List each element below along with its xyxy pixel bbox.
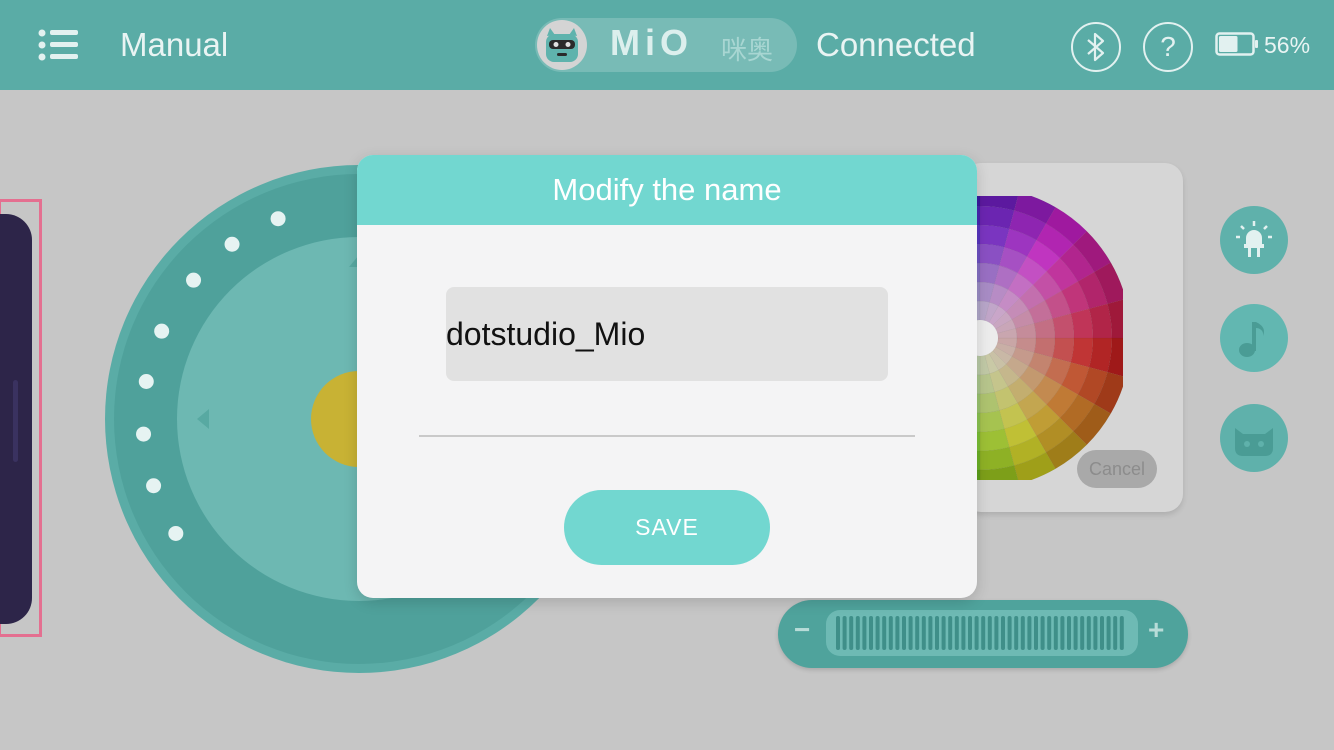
joystick-dot (146, 478, 162, 494)
menu-icon[interactable] (38, 28, 80, 62)
slider-track[interactable] (826, 610, 1138, 656)
slider-tick (869, 616, 873, 650)
slider-tick (1119, 616, 1124, 650)
color-swatch[interactable] (979, 224, 1010, 248)
slider-tick (981, 616, 986, 650)
slider-tick (1080, 616, 1085, 650)
color-wheel[interactable] (963, 196, 1123, 480)
slider-tick (1001, 616, 1005, 650)
slider-tick (987, 616, 992, 650)
slider-tick (902, 616, 906, 650)
color-swatch[interactable] (1070, 337, 1094, 368)
page-title: Manual (120, 26, 229, 63)
slider-tick (1007, 616, 1012, 650)
joystick-dot (186, 272, 202, 288)
joystick-dot (168, 525, 184, 541)
slider-tick (1067, 616, 1071, 650)
slider-tick (1093, 616, 1098, 650)
robot-avatar (537, 20, 587, 70)
color-swatch[interactable] (979, 428, 1010, 452)
music-mode-button[interactable] (1220, 304, 1288, 372)
slider-tick (1027, 616, 1032, 650)
robot-face-icon (546, 28, 578, 62)
slider-tick (849, 616, 854, 650)
slider-tick (1014, 616, 1019, 650)
slider-tick (862, 616, 867, 650)
slider-tick (1047, 616, 1052, 650)
slider-tick (1086, 616, 1091, 650)
modify-name-dialog: Modify the name SAVE (357, 155, 977, 598)
slider-tick (842, 616, 847, 650)
slider-tick (895, 616, 900, 650)
speed-slider[interactable]: − + (778, 600, 1188, 668)
cancel-button[interactable]: Cancel (1077, 450, 1157, 488)
cat-face-icon (1235, 428, 1273, 456)
dialog-title: Modify the name (357, 155, 977, 225)
slider-tick (954, 616, 959, 650)
led-mode-button[interactable] (1220, 206, 1288, 274)
joystick-dot (154, 323, 170, 339)
top-bar: Manual MiO 咪奥 Connected ? 56% (0, 0, 1334, 90)
name-input[interactable] (446, 287, 888, 381)
slider-tick (1034, 616, 1038, 650)
bluetooth-icon (1087, 32, 1105, 62)
music-note-icon (1239, 322, 1265, 357)
bluetooth-button[interactable] (1071, 22, 1121, 72)
slider-tick (888, 616, 893, 650)
slider-tick (1113, 616, 1118, 650)
slider-tick (1040, 616, 1045, 650)
drawer-handle[interactable] (13, 380, 18, 462)
slider-increase[interactable]: + (1148, 614, 1164, 646)
help-icon: ? (1160, 31, 1176, 62)
slider-tick (855, 616, 860, 650)
joystick-dot (224, 236, 240, 252)
slider-tick (994, 616, 999, 650)
slider-tick (928, 616, 933, 650)
color-swatch[interactable] (1070, 308, 1094, 339)
slider-tick (941, 616, 946, 650)
led-icon (1236, 221, 1272, 257)
dialog-divider (419, 435, 915, 437)
slider-tick (836, 616, 840, 650)
joystick-dot (270, 211, 286, 227)
slider-tick (935, 616, 939, 650)
slider-tick (1100, 616, 1104, 650)
brand-name: MiO (610, 22, 693, 63)
robot-badge[interactable]: MiO 咪奥 (535, 18, 797, 72)
battery-percent: 56% (1264, 32, 1311, 58)
slider-tick (1053, 616, 1058, 650)
slider-decrease[interactable]: − (794, 614, 810, 646)
slider-tick (908, 616, 913, 650)
slider-tick (948, 616, 953, 650)
slider-tick (1073, 616, 1078, 650)
emotion-mode-button[interactable] (1220, 404, 1288, 472)
connection-status: Connected (816, 26, 976, 63)
slider-tick (882, 616, 887, 650)
joystick-dot (136, 426, 152, 442)
slider-tick (1106, 616, 1111, 650)
slider-tick (968, 616, 972, 650)
help-button[interactable]: ? (1143, 22, 1193, 72)
slider-tick (1060, 616, 1065, 650)
brand-name-chinese: 咪奥 (721, 35, 774, 65)
slider-tick (875, 616, 880, 650)
slider-tick (921, 616, 926, 650)
slider-tick (961, 616, 966, 650)
slider-tick (1020, 616, 1025, 650)
slider-tick (915, 616, 920, 650)
battery-icon (1215, 32, 1258, 56)
slider-ticks (836, 616, 1124, 650)
joystick-dot (138, 373, 154, 389)
save-button[interactable]: SAVE (564, 490, 770, 565)
slider-tick (974, 616, 979, 650)
